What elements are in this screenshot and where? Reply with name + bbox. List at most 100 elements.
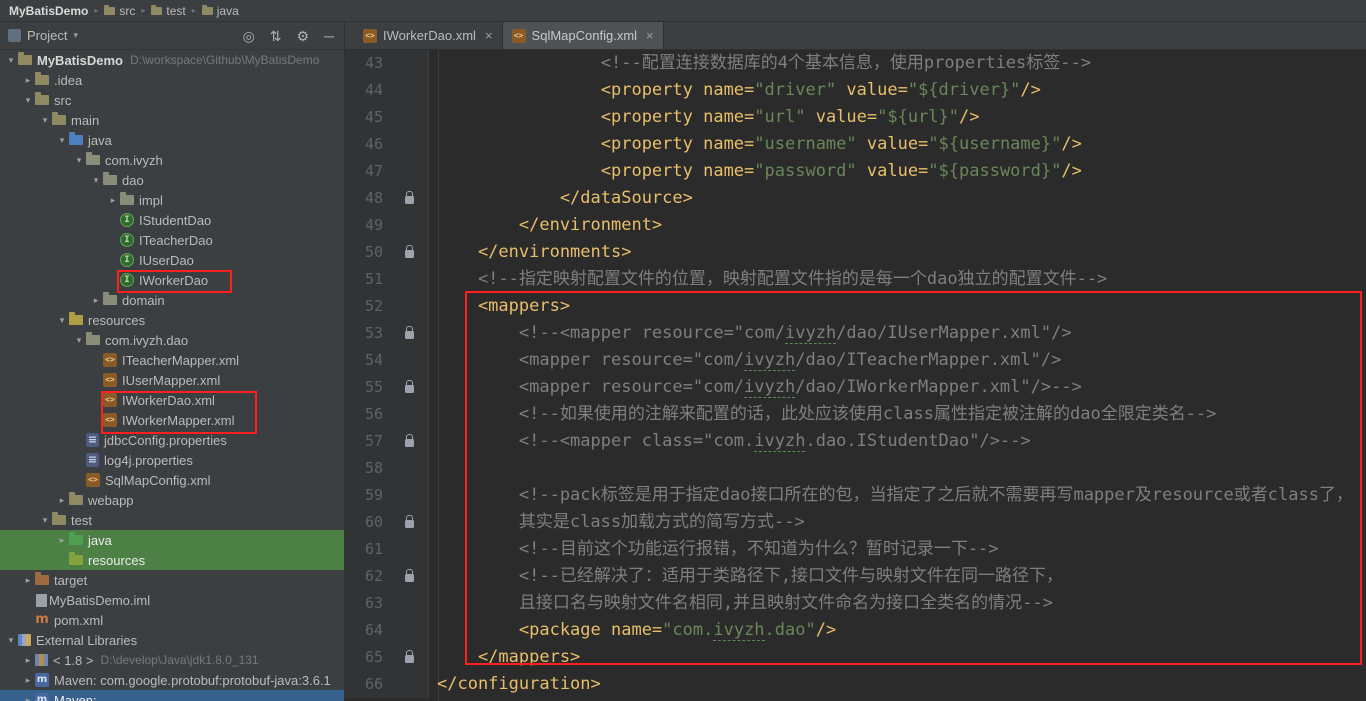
chevron-down-icon[interactable]: ▾ xyxy=(89,175,103,186)
gutter-marker-icon[interactable] xyxy=(383,239,429,266)
gutter-marker-icon[interactable] xyxy=(383,644,429,671)
tree-item-src[interactable]: ▾ src xyxy=(0,90,344,110)
tree-item-dao[interactable]: ▾ dao xyxy=(0,170,344,190)
tree-item-ITeacherMapper.xml[interactable]: <> ITeacherMapper.xml xyxy=(0,350,344,370)
tree-item-IUserMapper.xml[interactable]: <> IUserMapper.xml xyxy=(0,370,344,390)
tree-item-test[interactable]: ▾ test xyxy=(0,510,344,530)
close-icon[interactable]: × xyxy=(485,28,493,43)
tree-item-main[interactable]: ▾ main xyxy=(0,110,344,130)
editor[interactable]: 43 <!--配置连接数据库的4个基本信息，使用properties标签--> 4… xyxy=(345,50,1366,701)
tree-item-com.ivyzh.dao[interactable]: ▾ com.ivyzh.dao xyxy=(0,330,344,350)
code-line[interactable]: 43 <!--配置连接数据库的4个基本信息，使用properties标签--> xyxy=(345,50,1366,77)
chevron-right-icon[interactable]: ▸ xyxy=(21,655,35,666)
chevron-down-icon[interactable]: ▾ xyxy=(38,515,52,526)
code-line[interactable]: 47 <property name="password" value="${pa… xyxy=(345,158,1366,185)
tree-item-Maven[interactable]: ▸ m Maven: xyxy=(0,690,344,701)
gutter-marker-icon[interactable] xyxy=(383,320,429,347)
code-line[interactable]: 59 <!--pack标签是用于指定dao接口所在的包，当指定了之后就不需要再写… xyxy=(345,482,1366,509)
tree-item-log4j.properties[interactable]: ≡ log4j.properties xyxy=(0,450,344,470)
chevron-down-icon[interactable]: ▾ xyxy=(4,635,18,646)
chevron-right-icon[interactable]: ▸ xyxy=(55,495,69,506)
breadcrumb-item-src[interactable]: src xyxy=(101,4,138,18)
tree-item-SqlMapConfig.xml[interactable]: <> SqlMapConfig.xml xyxy=(0,470,344,490)
chevron-down-icon[interactable]: ▾ xyxy=(4,55,18,66)
chevron-right-icon[interactable]: ▸ xyxy=(21,75,35,86)
code-line[interactable]: 46 <property name="username" value="${us… xyxy=(345,131,1366,158)
chevron-right-icon[interactable]: ▸ xyxy=(55,535,69,546)
tree-item-java[interactable]: ▾ java xyxy=(0,130,344,150)
code-line[interactable]: 58 xyxy=(345,455,1366,482)
code-line[interactable]: 55 <mapper resource="com/ivyzh/dao/IWork… xyxy=(345,374,1366,401)
tree-item-resources[interactable]: ▾ resources xyxy=(0,310,344,330)
code-line[interactable]: 63 且接口名与映射文件名相同,并且映射文件命名为接口全类名的情况--> xyxy=(345,590,1366,617)
tree-item-1.8[interactable]: ▸ < 1.8 > D:\develop\Java\jdk1.8.0_131 xyxy=(0,650,344,670)
chevron-down-icon[interactable]: ▾ xyxy=(72,155,86,166)
code-line[interactable]: 53 <!--<mapper resource="com/ivyzh/dao/I… xyxy=(345,320,1366,347)
chevron-down-icon[interactable]: ▾ xyxy=(55,135,69,146)
tree-item-target[interactable]: ▸ target xyxy=(0,570,344,590)
tree-item-IWorkerDao.xml[interactable]: <> IWorkerDao.xml xyxy=(0,390,344,410)
tree-item-ITeacherDao[interactable]: I ITeacherDao xyxy=(0,230,344,250)
gutter-marker-icon[interactable] xyxy=(383,563,429,590)
code-line[interactable]: 65 </mappers> xyxy=(345,644,1366,671)
chevron-down-icon[interactable]: ▾ xyxy=(55,315,69,326)
settings-gear-icon[interactable]: ⚙ xyxy=(297,29,310,43)
code-line[interactable]: 62 <!--已经解决了：适用于类路径下,接口文件与映射文件在同一路径下， xyxy=(345,563,1366,590)
chevron-down-icon[interactable]: ▾ xyxy=(72,335,86,346)
code-text: <mapper resource="com/ivyzh/dao/ITeacher… xyxy=(437,350,1062,371)
code-line[interactable]: 60 其实是class加载方式的简写方式--> xyxy=(345,509,1366,536)
hide-panel-icon[interactable]: ─ xyxy=(324,29,334,43)
project-panel-title[interactable]: Project xyxy=(27,28,67,43)
close-icon[interactable]: × xyxy=(646,28,654,43)
gutter-marker-icon[interactable] xyxy=(383,509,429,536)
tree-item-.idea[interactable]: ▸ .idea xyxy=(0,70,344,90)
tree-item-Maven-com.google.protobuf-protobuf-java-3.6.1[interactable]: ▸ m Maven: com.google.protobuf:protobuf-ja… xyxy=(0,670,344,690)
code-line[interactable]: 51 <!--指定映射配置文件的位置，映射配置文件指的是每一个dao独立的配置文… xyxy=(345,266,1366,293)
chevron-right-icon[interactable]: ▸ xyxy=(89,295,103,306)
tree-item-impl[interactable]: ▸ impl xyxy=(0,190,344,210)
tab-IWorkerDao.xml[interactable]: <> IWorkerDao.xml × xyxy=(354,22,503,49)
tree-item-MyBatisDemo[interactable]: ▾ MyBatisDemo D:\workspace\Github\MyBatisD… xyxy=(0,50,344,70)
code-line[interactable]: 50 </environments> xyxy=(345,239,1366,266)
tree-item-domain[interactable]: ▸ domain xyxy=(0,290,344,310)
gutter-marker-icon[interactable] xyxy=(383,428,429,455)
code-line[interactable]: 66 </configuration> xyxy=(345,671,1366,698)
breadcrumb-item-MyBatisDemo[interactable]: MyBatisDemo xyxy=(6,4,91,18)
breadcrumb-item-test[interactable]: test xyxy=(148,4,188,18)
tree-item-External-Libraries[interactable]: ▾ External Libraries xyxy=(0,630,344,650)
code-line[interactable]: 49 </environment> xyxy=(345,212,1366,239)
tree-item-java[interactable]: ▸ java xyxy=(0,530,344,550)
tree-item-MyBatisDemo.iml[interactable]: MyBatisDemo.iml xyxy=(0,590,344,610)
tree-item-jdbcConfig.properties[interactable]: ≡ jdbcConfig.properties xyxy=(0,430,344,450)
chevron-right-icon[interactable]: ▸ xyxy=(21,675,35,686)
chevron-right-icon[interactable]: ▸ xyxy=(106,195,120,206)
tree-item-resources[interactable]: resources xyxy=(0,550,344,570)
code-line[interactable]: 57 <!--<mapper class="com.ivyzh.dao.IStu… xyxy=(345,428,1366,455)
tab-SqlMapConfig.xml[interactable]: <> SqlMapConfig.xml × xyxy=(502,22,664,49)
breadcrumb-item-java[interactable]: java xyxy=(199,4,242,18)
chevron-down-icon[interactable]: ▾ xyxy=(38,115,52,126)
chevron-right-icon[interactable]: ▸ xyxy=(21,695,35,701)
tree-item-IUserDao[interactable]: I IUserDao xyxy=(0,250,344,270)
code-line[interactable]: 52 <mappers> xyxy=(345,293,1366,320)
tree-item-IWorkerDao[interactable]: I IWorkerDao xyxy=(0,270,344,290)
code-line[interactable]: 56 <!--如果使用的注解来配置的话，此处应该使用class属性指定被注解的d… xyxy=(345,401,1366,428)
chevron-right-icon[interactable]: ▸ xyxy=(21,575,35,586)
code-line[interactable]: 45 <property name="url" value="${url}"/> xyxy=(345,104,1366,131)
tree-item-IWorkerMapper.xml[interactable]: <> IWorkerMapper.xml xyxy=(0,410,344,430)
collapse-all-icon[interactable]: ⇅ xyxy=(270,29,282,43)
gutter-marker-icon[interactable] xyxy=(383,374,429,401)
tree-item-pom.xml[interactable]: m pom.xml xyxy=(0,610,344,630)
locate-file-icon[interactable]: ◎ xyxy=(243,29,255,43)
code-line[interactable]: 54 <mapper resource="com/ivyzh/dao/ITeac… xyxy=(345,347,1366,374)
tree-item-webapp[interactable]: ▸ webapp xyxy=(0,490,344,510)
code-line[interactable]: 48 </dataSource> xyxy=(345,185,1366,212)
gutter-marker-icon[interactable] xyxy=(383,185,429,212)
code-line[interactable]: 64 <package name="com.ivyzh.dao"/> xyxy=(345,617,1366,644)
code-line[interactable]: 61 <!--目前这个功能运行报错，不知道为什么？暂时记录一下--> xyxy=(345,536,1366,563)
tree-item-com.ivyzh[interactable]: ▾ com.ivyzh xyxy=(0,150,344,170)
chevron-down-icon[interactable]: ▾ xyxy=(21,95,35,106)
tree-item-IStudentDao[interactable]: I IStudentDao xyxy=(0,210,344,230)
chevron-down-icon[interactable]: ▾ xyxy=(73,30,78,41)
code-line[interactable]: 44 <property name="driver" value="${driv… xyxy=(345,77,1366,104)
